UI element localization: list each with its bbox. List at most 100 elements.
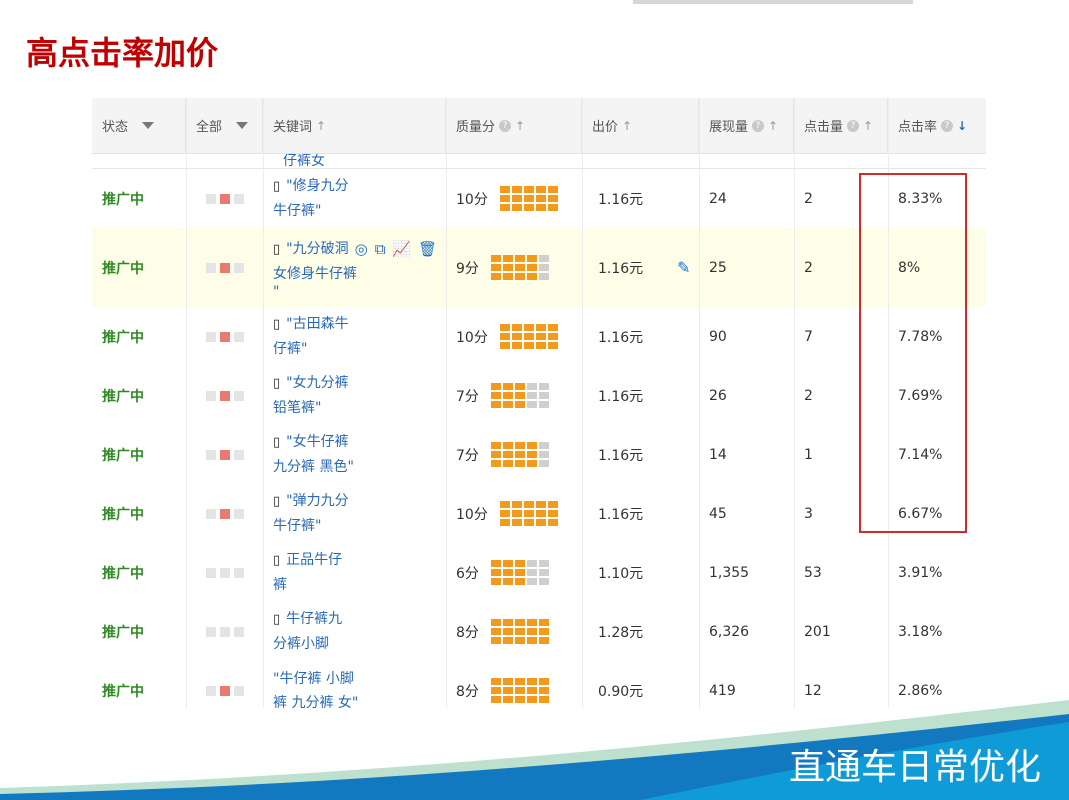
chart-icon[interactable]: 📈 — [392, 237, 411, 261]
keyword-text[interactable]: "九分破洞 — [286, 241, 348, 257]
bid-value[interactable]: 1.10元 — [598, 563, 643, 583]
sort-up-icon[interactable]: ↑ — [863, 119, 873, 133]
table-row[interactable]: 推广中 ▯ "修身九分 牛仔裤" 10分 1.16元 24 2 8.33% — [92, 169, 986, 229]
keyword-line-2[interactable]: 分裤小脚 — [273, 632, 342, 656]
keyword-cell[interactable]: ▯ "九分破洞 ◎ ⧉ 📈 🗑 女修身牛仔裤 " — [263, 228, 446, 307]
help-icon[interactable]: ? — [847, 119, 860, 132]
table-row[interactable]: 推广中 ▯ 牛仔裤九 分裤小脚 8分 1.28元 6,326 201 3.18% — [92, 602, 986, 662]
status-lights[interactable] — [196, 169, 244, 228]
status-lights[interactable] — [196, 307, 244, 366]
keyword-line-2[interactable]: 牛仔裤" — [273, 514, 349, 538]
table-row[interactable]: 推广中 ▯ "九分破洞 ◎ ⧉ 📈 🗑 女修身牛仔裤 " 9分 1.16元 ✎ 25 2 8% — [92, 228, 986, 308]
keyword-line-1[interactable]: "牛仔裤 小脚 — [273, 667, 358, 691]
keyword-line-1[interactable]: ▯ 正品牛仔 — [273, 548, 342, 573]
keyword-line-2[interactable]: 九分裤 黑色" — [273, 455, 354, 479]
keyword-cell[interactable]: ▯ "女九分裤 铅笔裤" — [263, 366, 446, 425]
sort-up-icon[interactable]: ↑ — [768, 119, 778, 133]
status-lights[interactable] — [196, 425, 244, 484]
keyword-cell[interactable]: ▯ "弹力九分 牛仔裤" — [263, 484, 446, 543]
status-lights[interactable] — [196, 228, 244, 307]
quality-bar-cell — [538, 619, 549, 626]
bid-value[interactable]: 1.16元 — [598, 504, 643, 524]
keyword-cell[interactable]: ▯ 牛仔裤九 分裤小脚 — [263, 602, 446, 661]
sort-up-icon[interactable]: ↑ — [622, 119, 632, 133]
bid-cell[interactable]: 1.28元 — [582, 602, 699, 661]
bid-cell[interactable]: 1.16元 — [582, 366, 699, 425]
bid-cell[interactable]: 1.16元 — [582, 484, 699, 543]
status-light — [206, 331, 216, 342]
keyword-line-1[interactable]: ▯ "女牛仔裤 — [273, 430, 354, 455]
bid-cell[interactable]: 1.16元 — [582, 425, 699, 484]
bid-value[interactable]: 1.16元 — [598, 445, 643, 465]
bid-value[interactable]: 1.28元 — [598, 622, 643, 642]
table-row[interactable]: 推广中 ▯ "古田森牛 仔裤" 10分 1.16元 90 7 7.78% — [92, 307, 986, 367]
bid-value[interactable]: 1.16元 — [598, 189, 643, 209]
keyword-cell[interactable]: ▯ 正品牛仔裤 — [263, 543, 446, 602]
quality-bar-cell — [490, 401, 501, 408]
keyword-line-2[interactable]: 裤 — [273, 573, 342, 597]
keyword-line-1[interactable]: ▯ "女九分裤 — [273, 371, 349, 396]
clicks-cell: 53 — [804, 564, 822, 581]
keyword-text[interactable]: "弹力九分 — [286, 493, 348, 509]
keyword-cell[interactable]: ▯ "修身九分 牛仔裤" — [263, 169, 446, 228]
help-icon[interactable]: ? — [941, 119, 954, 132]
pencil-icon[interactable]: ✎ — [677, 258, 690, 277]
header-quality[interactable]: 质量分 ? ↑ — [446, 98, 582, 153]
keyword-line-2[interactable]: 仔裤" — [273, 337, 349, 361]
sort-up-icon[interactable]: ↑ — [316, 119, 326, 133]
bid-value[interactable]: 1.16元 — [598, 386, 643, 406]
quality-bar-cell — [499, 333, 510, 340]
status-lights[interactable] — [196, 543, 244, 602]
status-lights[interactable] — [196, 484, 244, 543]
keyword-line-1[interactable]: ▯ 牛仔裤九 — [273, 607, 342, 632]
keyword-text[interactable]: "女牛仔裤 — [286, 434, 348, 450]
keyword-cell[interactable]: ▯ "古田森牛 仔裤" — [263, 307, 446, 366]
keyword-line-3[interactable]: " — [273, 285, 437, 299]
header-bid[interactable]: 出价 ↑ — [582, 98, 699, 153]
target-icon[interactable]: ◎ — [355, 237, 368, 261]
header-all[interactable]: 全部 — [186, 98, 263, 153]
sort-up-icon[interactable]: ↑ — [515, 119, 525, 133]
table-row[interactable]: 推广中 ▯ 正品牛仔裤 6分 1.10元 1,355 53 3.91% — [92, 543, 986, 603]
keyword-text[interactable]: 正品牛仔 — [286, 552, 342, 568]
table-row[interactable]: 推广中 ▯ "女九分裤 铅笔裤" 7分 1.16元 26 2 7.69% — [92, 366, 986, 426]
chevron-down-icon[interactable] — [142, 122, 155, 129]
keyword-line-2[interactable]: 女修身牛仔裤 — [273, 262, 437, 286]
keyword-line-1[interactable]: ▯ "九分破洞 ◎ ⧉ 📈 🗑 — [273, 237, 437, 262]
keyword-text[interactable]: "古田森牛 — [286, 316, 348, 332]
keyword-text[interactable]: "修身九分 — [286, 178, 348, 194]
help-icon[interactable]: ? — [752, 119, 765, 132]
quality-bar-cell — [511, 333, 522, 340]
edit-bid[interactable]: ✎ — [667, 228, 690, 307]
keyword-text[interactable]: "牛仔裤 小脚 — [273, 671, 354, 687]
keyword-line-1[interactable]: ▯ "弹力九分 — [273, 489, 349, 514]
header-keyword[interactable]: 关键词 ↑ — [263, 98, 446, 153]
table-row[interactable]: 推广中 ▯ "女牛仔裤 九分裤 黑色" 7分 1.16元 14 1 7.14% — [92, 425, 986, 485]
keyword-cell[interactable]: ▯ "女牛仔裤 九分裤 黑色" — [263, 425, 446, 484]
bid-cell[interactable]: 1.16元 — [582, 307, 699, 366]
trash-icon[interactable]: 🗑 — [418, 237, 437, 261]
export-icon[interactable]: ⧉ — [375, 237, 386, 261]
keyword-line-1[interactable]: ▯ "古田森牛 — [273, 312, 349, 337]
header-impressions[interactable]: 展现量 ? ↑ — [699, 98, 794, 153]
header-ctr[interactable]: 点击率 ? ↓ — [888, 98, 986, 153]
table-row[interactable]: 推广中 ▯ "弹力九分 牛仔裤" 10分 1.16元 45 3 6.67% — [92, 484, 986, 544]
bid-cell[interactable]: 1.10元 — [582, 543, 699, 602]
status-lights[interactable] — [196, 602, 244, 661]
bid-cell[interactable]: 1.16元 — [582, 169, 699, 228]
keyword-text[interactable]: 牛仔裤九 — [286, 611, 342, 627]
header-clicks[interactable]: 点击量 ? ↑ — [794, 98, 888, 153]
quality-cell: 9分 — [446, 228, 582, 307]
help-icon[interactable]: ? — [499, 119, 512, 132]
bid-value[interactable]: 1.16元 — [598, 327, 643, 347]
keyword-line-1[interactable]: ▯ "修身九分 — [273, 174, 349, 199]
status-lights[interactable] — [196, 366, 244, 425]
keyword-line-2[interactable]: 铅笔裤" — [273, 396, 349, 420]
sort-down-icon[interactable]: ↓ — [957, 119, 967, 133]
quality-bar-cell — [523, 501, 534, 508]
chevron-down-icon[interactable] — [236, 122, 249, 129]
keyword-line-2[interactable]: 牛仔裤" — [273, 199, 349, 223]
bid-value[interactable]: 1.16元 — [598, 258, 643, 278]
header-status[interactable]: 状态 — [92, 98, 186, 153]
keyword-text[interactable]: "女九分裤 — [286, 375, 348, 391]
